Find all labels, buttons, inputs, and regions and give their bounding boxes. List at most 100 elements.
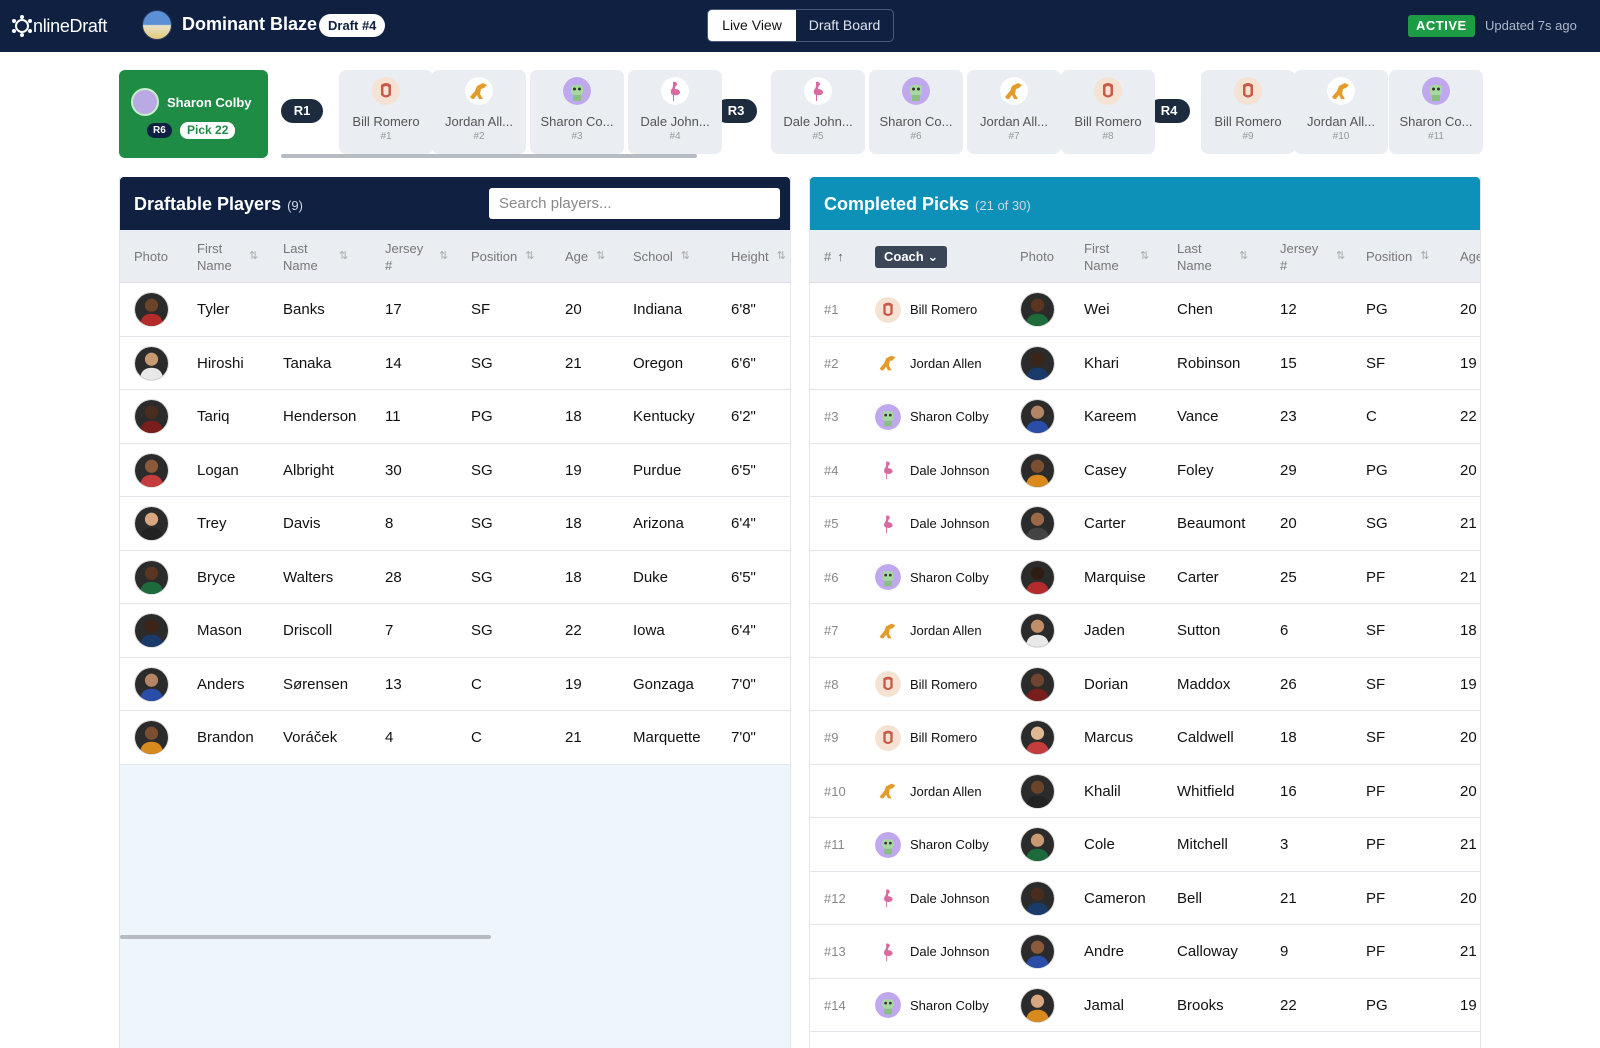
- pick-strip-scrollbar[interactable]: [281, 154, 697, 158]
- col-first-name[interactable]: First Name ⇅: [197, 230, 271, 283]
- pick-card[interactable]: Bill Romero #1: [339, 70, 433, 154]
- col-jersey[interactable]: Jersey # ⇅: [1280, 230, 1354, 283]
- search-input[interactable]: [489, 188, 780, 219]
- col-position[interactable]: Position ⇅: [1366, 230, 1429, 283]
- pick-card[interactable]: Sharon Co... #6: [869, 70, 963, 154]
- col-age[interactable]: Age: [1460, 230, 1480, 283]
- draftable-players-panel: Draftable Players (9) Photo First Name⇅ L…: [119, 177, 791, 1048]
- col-jersey[interactable]: Jersey # ⇅: [385, 230, 453, 283]
- live-view-button[interactable]: Live View: [708, 10, 796, 41]
- pick-coach-name: Bill Romero: [1214, 114, 1282, 129]
- pick-card[interactable]: Sharon Co... #11: [1389, 70, 1483, 154]
- col-photo: Photo: [1020, 249, 1054, 264]
- pick-card[interactable]: Sharon Co... #3: [530, 70, 624, 154]
- completed-picks-panel: Completed Picks (21 of 30) # ↑ Coach ⌄ Pho…: [809, 177, 1481, 1048]
- completed-count: (21 of 30): [975, 198, 1031, 213]
- age: 22: [1460, 408, 1477, 425]
- position: SG: [1366, 515, 1388, 532]
- table-scrollbar[interactable]: [120, 935, 491, 939]
- col-last-name[interactable]: Last Name ⇅: [1177, 230, 1262, 283]
- shield-icon: [875, 724, 901, 751]
- coach-name: Jordan Allen: [910, 623, 982, 638]
- pick-card[interactable]: Bill Romero #8: [1061, 70, 1155, 154]
- col-height[interactable]: Height ⇅: [731, 230, 786, 283]
- view-toggle: Live View Draft Board: [707, 9, 894, 42]
- height: 6'2": [731, 408, 756, 425]
- table-row[interactable]: #7 Jordan Allen Jaden Sutton 6 SF 18: [810, 604, 1480, 658]
- sort-icon: ⇅: [776, 250, 786, 262]
- height: 6'8": [731, 301, 756, 318]
- position: C: [471, 729, 482, 746]
- pick-number: #10: [824, 783, 846, 799]
- coach-cell: Dale Johnson: [875, 925, 990, 978]
- table-row[interactable]: Tyler Banks 17 SF 20 Indiana 6'8": [120, 283, 790, 337]
- jersey-number: 30: [385, 461, 402, 479]
- table-row[interactable]: #1 Bill Romero Wei Chen 12 PG 20: [810, 283, 1480, 337]
- col-position[interactable]: Position ⇅: [471, 230, 534, 283]
- pick-card[interactable]: Jordan All... #7: [967, 70, 1061, 154]
- pick-card[interactable]: Jordan All... #10: [1294, 70, 1388, 154]
- col-first-name[interactable]: First Name ⇅: [1084, 230, 1160, 283]
- table-row[interactable]: Mason Driscoll 7 SG 22 Iowa 6'4": [120, 604, 790, 658]
- table-row[interactable]: Logan Albright 30 SG 19 Purdue 6'5": [120, 443, 790, 497]
- position: SF: [1366, 622, 1386, 639]
- table-row[interactable]: #3 Sharon Colby Kareem Vance 23 C 22: [810, 390, 1480, 444]
- player-photo: [134, 613, 169, 648]
- table-row[interactable]: #14 Sharon Colby Jamal Brooks 22 PG 19: [810, 978, 1480, 1032]
- col-school[interactable]: School ⇅: [633, 230, 690, 283]
- table-row[interactable]: Anders Sørensen 13 C 19 Gonzaga 7'0": [120, 657, 790, 711]
- flamingo-icon: [661, 77, 689, 105]
- completed-table-header: # ↑ Coach ⌄ Photo First Name ⇅ Last Name ⇅ …: [810, 230, 1480, 283]
- table-row[interactable]: #10 Jordan Allen Khalil Whitfield 16 PF 20: [810, 764, 1480, 818]
- table-row[interactable]: #8 Bill Romero Dorian Maddox 26 SF 19: [810, 657, 1480, 711]
- jersey-number: 29: [1280, 461, 1297, 479]
- pick-card[interactable]: Bill Romero #9: [1201, 70, 1295, 154]
- first-name: Tyler: [197, 301, 230, 318]
- table-row[interactable]: #5 Dale Johnson Carter Beaumont 20 SG 21: [810, 497, 1480, 551]
- position: SF: [471, 301, 491, 318]
- table-row[interactable]: Brandon Voráček 4 C 21 Marquette 7'0": [120, 711, 790, 765]
- height: 6'4": [731, 622, 756, 639]
- first-name: Jaden: [1084, 622, 1125, 639]
- robot-icon: [1422, 77, 1450, 105]
- table-row[interactable]: #2 Jordan Allen Khari Robinson 15 SF 19: [810, 336, 1480, 390]
- table-row[interactable]: #4 Dale Johnson Casey Foley 29 PG 20: [810, 443, 1480, 497]
- flamingo-icon: [875, 938, 901, 965]
- table-row[interactable]: Bryce Walters 28 SG 18 Duke 6'5": [120, 550, 790, 604]
- table-row[interactable]: Trey Davis 8 SG 18 Arizona 6'4": [120, 497, 790, 551]
- coach-filter-button[interactable]: Coach ⌄: [875, 230, 948, 283]
- table-row[interactable]: #11 Sharon Colby Cole Mitchell 3 PF 21: [810, 818, 1480, 872]
- robot-icon: [131, 88, 159, 116]
- pick-number: #12: [824, 890, 846, 906]
- pick-number: #8: [824, 676, 839, 692]
- school: Arizona: [633, 515, 684, 532]
- age: 19: [1460, 996, 1477, 1014]
- position: C: [1366, 408, 1377, 425]
- pick-card[interactable]: Dale John... #5: [771, 70, 865, 154]
- age: 20: [1460, 461, 1477, 479]
- coach-name: Dale Johnson: [910, 462, 990, 478]
- app-logo[interactable]: nlineDraft: [12, 13, 107, 39]
- col-age[interactable]: Age ⇅: [565, 230, 605, 283]
- last-name: Robinson: [1177, 354, 1241, 372]
- col-last-name[interactable]: Last Name ⇅: [283, 230, 361, 283]
- first-name: Khalil: [1084, 782, 1121, 800]
- pick-card[interactable]: Jordan All... #2: [432, 70, 526, 154]
- pick-number: #3: [824, 409, 839, 424]
- table-row[interactable]: Tariq Henderson 11 PG 18 Kentucky 6'2": [120, 390, 790, 444]
- table-row[interactable]: #9 Bill Romero Marcus Caldwell 18 SF 20: [810, 711, 1480, 765]
- table-row[interactable]: #12 Dale Johnson Cameron Bell 21 PF 20: [810, 871, 1480, 925]
- table-row[interactable]: #13 Dale Johnson Andre Calloway 9 PF 21: [810, 925, 1480, 979]
- school: Marquette: [633, 729, 701, 746]
- table-row[interactable]: Hiroshi Tanaka 14 SG 21 Oregon 6'6": [120, 336, 790, 390]
- table-row[interactable]: #6 Sharon Colby Marquise Carter 25 PF 21: [810, 550, 1480, 604]
- draft-badge: Draft #4: [319, 14, 386, 37]
- col-pick-number[interactable]: # ↑: [824, 230, 844, 283]
- draft-board-button[interactable]: Draft Board: [796, 10, 893, 41]
- position: SG: [471, 568, 493, 586]
- pick-card[interactable]: Dale John... #4: [628, 70, 722, 154]
- coach-cell: Bill Romero: [875, 283, 977, 336]
- last-name: Carter: [1177, 568, 1219, 586]
- pick-coach-name: Dale John...: [783, 114, 853, 129]
- dinosaur-icon: [1000, 77, 1028, 105]
